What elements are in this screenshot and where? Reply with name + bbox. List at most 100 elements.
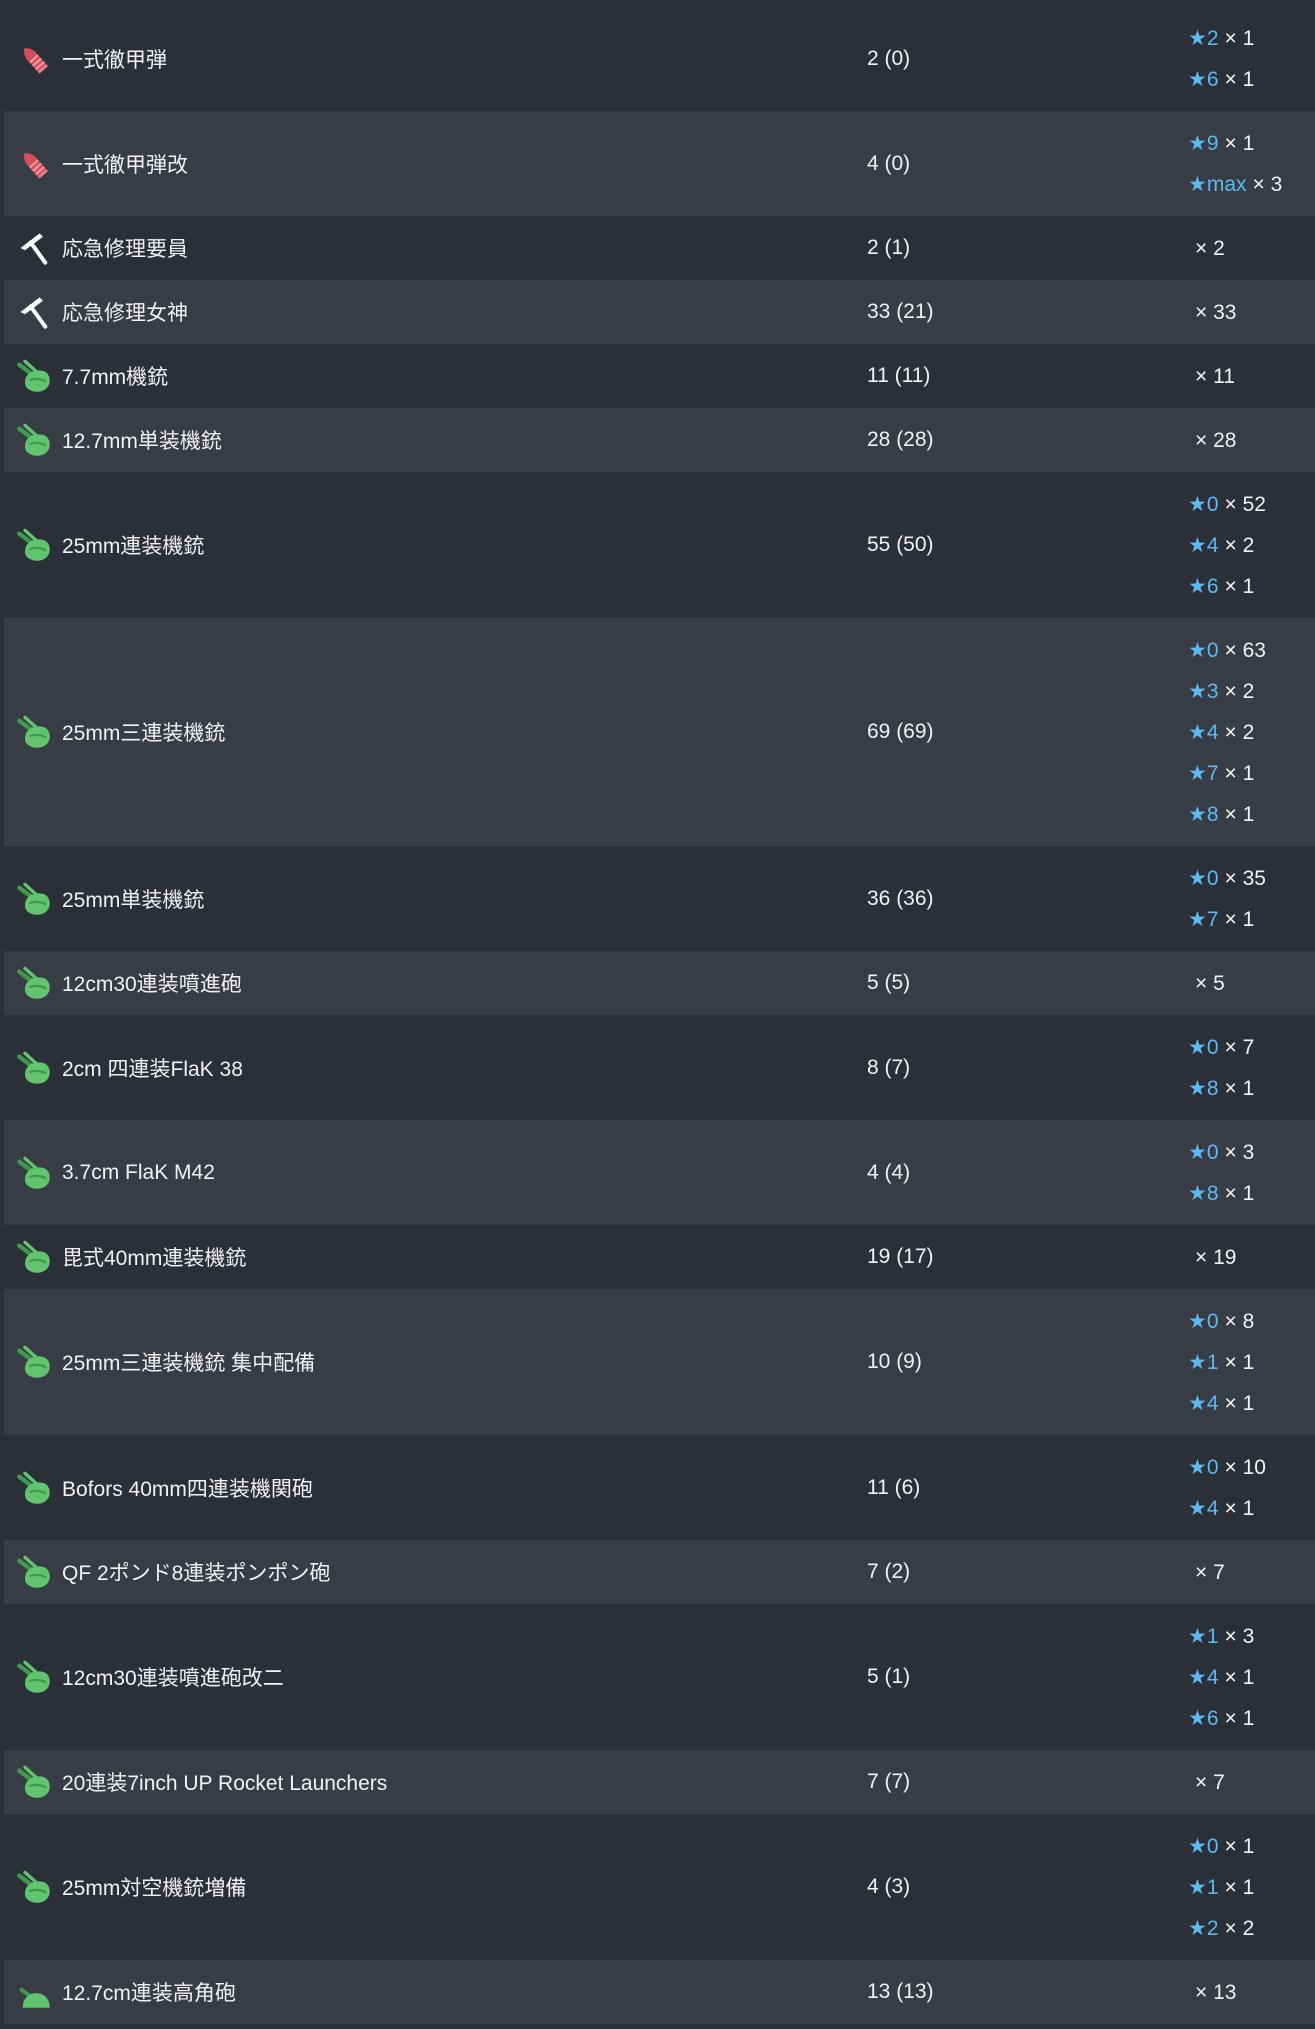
level-line: ★3 × 2: [1188, 671, 1315, 712]
equipment-name: 2cm 四連装FlaK 38: [62, 1057, 243, 1081]
level-quantity: × 2: [1195, 236, 1225, 260]
equipment-name: 12cm30連装噴進砲改二: [62, 1667, 284, 1690]
improvement-star: ★0: [1188, 1309, 1219, 1333]
level-quantity: × 13: [1195, 1980, 1237, 2004]
improvement-levels: ★0 × 7 ★8 × 1: [1188, 1027, 1315, 1109]
equipment-count: 11 (6): [867, 1475, 921, 1499]
level-line: ★9 × 1: [1188, 123, 1315, 164]
level-line: ★4 × 2: [1188, 712, 1315, 753]
improvement-star: ★0: [1188, 1035, 1219, 1059]
level-line: × 33: [1188, 292, 1315, 333]
level-quantity: × 35: [1224, 866, 1266, 890]
equipment-row: 毘式40mm連装機銃 19 (17) × 19: [4, 1225, 1315, 1289]
equipment-row: 12cm30連装噴進砲改二 5 (1) ★1 × 3 ★4 × 1 ★6 × 1: [4, 1604, 1315, 1750]
level-line: ★4 × 2: [1188, 525, 1315, 566]
equipment-count: 33 (21): [867, 300, 934, 323]
equipment-row: 7.7mm機銃 11 (11) × 11: [4, 344, 1315, 408]
aa-gun-icon: [16, 358, 52, 394]
aa-gun-icon: [16, 1554, 52, 1590]
equipment-row: 12cm30連装噴進砲 5 (5) × 5: [4, 951, 1315, 1015]
level-quantity: × 2: [1224, 1916, 1255, 1940]
improvement-star: ★2: [1188, 26, 1219, 50]
aa-gun-icon: [16, 881, 52, 917]
equipment-count: 5 (1): [867, 1665, 911, 1688]
armor-piercing-shell-icon: [16, 146, 52, 182]
improvement-levels: ★9 × 1 ★max × 3: [1188, 123, 1315, 205]
level-quantity: × 10: [1224, 1455, 1266, 1479]
equipment-name: QF 2ポンド8連装ポンポン砲: [62, 1562, 331, 1585]
improvement-levels: × 33: [1188, 292, 1315, 333]
equipment-name-cell: 3.7cm FlaK M42: [4, 1155, 867, 1191]
improvement-levels: ★0 × 1 ★1 × 1 ★2 × 2: [1188, 1826, 1315, 1949]
level-line: × 7: [1188, 1762, 1315, 1803]
level-quantity: × 1: [1224, 1834, 1255, 1858]
level-quantity: × 1: [1224, 1496, 1255, 1520]
improvement-levels: ★1 × 3 ★4 × 1 ★6 × 1: [1188, 1616, 1315, 1739]
improvement-star: ★0: [1188, 1140, 1219, 1164]
level-line: ★0 × 52: [1188, 484, 1315, 525]
equipment-count-cell: 7 (2): [867, 1560, 1188, 1584]
level-line: ★8 × 1: [1188, 1173, 1315, 1214]
equipment-row: 2cm 四連装FlaK 38 8 (7) ★0 × 7 ★8 × 1: [4, 1015, 1315, 1120]
improvement-star: ★8: [1188, 1181, 1219, 1205]
level-line: × 28: [1188, 420, 1315, 461]
level-quantity: × 1: [1224, 1350, 1255, 1374]
improvement-levels: ★0 × 8 ★1 × 1 ★4 × 1: [1188, 1301, 1315, 1424]
level-line: ★1 × 1: [1188, 1342, 1315, 1383]
equipment-name-cell: 一式徹甲弾: [4, 41, 867, 77]
equipment-count-cell: 28 (28): [867, 428, 1188, 452]
aa-gun-icon: [16, 1659, 52, 1695]
equipment-name-cell: 一式徹甲弾改: [4, 146, 867, 182]
improvement-star: ★0: [1188, 1834, 1219, 1858]
level-line: × 11: [1188, 356, 1315, 397]
level-line: ★0 × 7: [1188, 1027, 1315, 1068]
level-line: ★8 × 1: [1188, 794, 1315, 835]
equipment-count: 7 (7): [867, 1770, 911, 1793]
level-quantity: × 5: [1195, 971, 1225, 995]
level-line: ★0 × 63: [1188, 630, 1315, 671]
equipment-count-cell: 4 (4): [867, 1161, 1188, 1185]
equipment-name-cell: 20連装7inch UP Rocket Launchers: [4, 1764, 867, 1800]
level-line: × 2: [1188, 228, 1315, 269]
improvement-levels: × 19: [1188, 1237, 1315, 1278]
improvement-levels: × 5: [1188, 963, 1315, 1004]
improvement-star: ★0: [1188, 866, 1219, 890]
level-quantity: × 7: [1195, 1770, 1225, 1794]
equipment-name: 一式徹甲弾: [62, 48, 167, 72]
level-quantity: × 1: [1224, 907, 1255, 931]
equipment-count: 36 (36): [867, 886, 934, 910]
equipment-row: 12.7cm連装高角砲 13 (13) × 13: [4, 1960, 1315, 2024]
equipment-count: 5 (5): [867, 971, 911, 994]
equipment-name: 25mm対空機銃増備: [62, 1877, 247, 1900]
equipment-name: 応急修理要員: [62, 238, 188, 261]
equipment-count-cell: 13 (13): [867, 1980, 1188, 2004]
equipment-count: 8 (7): [867, 1055, 911, 1079]
level-line: ★0 × 3: [1188, 1132, 1315, 1173]
improvement-star: ★9: [1188, 131, 1219, 155]
level-line: ★6 × 1: [1188, 566, 1315, 607]
level-quantity: × 1: [1224, 26, 1255, 50]
equipment-count-cell: 10 (9): [867, 1350, 1188, 1374]
equipment-count-cell: 5 (5): [867, 971, 1188, 995]
equipment-row: Bofors 40mm四連装機関砲 11 (6) ★0 × 10 ★4 × 1: [4, 1435, 1315, 1540]
improvement-levels: × 7: [1188, 1552, 1315, 1593]
improvement-star: ★4: [1188, 1665, 1219, 1689]
aa-gun-icon: [16, 422, 52, 458]
equipment-count-cell: 7 (7): [867, 1770, 1188, 1794]
equipment-name: 25mm連装機銃: [62, 535, 205, 558]
equipment-name: Bofors 40mm四連装機関砲: [62, 1477, 313, 1501]
equipment-row: 12.7mm単装機銃 28 (28) × 28: [4, 408, 1315, 472]
level-quantity: × 1: [1224, 67, 1255, 91]
armor-piercing-shell-icon: [16, 41, 52, 77]
improvement-star: ★0: [1188, 492, 1219, 516]
equipment-row: 応急修理女神 33 (21) × 33: [4, 280, 1315, 344]
equipment-name-cell: 12.7cm連装高角砲: [4, 1974, 867, 2010]
aa-gun-icon: [16, 1239, 52, 1275]
high-angle-gun-icon: [16, 1974, 52, 2010]
level-line: ★6 × 1: [1188, 59, 1315, 100]
level-quantity: × 11: [1195, 364, 1235, 388]
improvement-star: ★1: [1188, 1875, 1219, 1899]
equipment-count: 13 (13): [867, 1980, 934, 2003]
improvement-star: ★1: [1188, 1624, 1219, 1648]
level-line: ★0 × 35: [1188, 858, 1315, 899]
